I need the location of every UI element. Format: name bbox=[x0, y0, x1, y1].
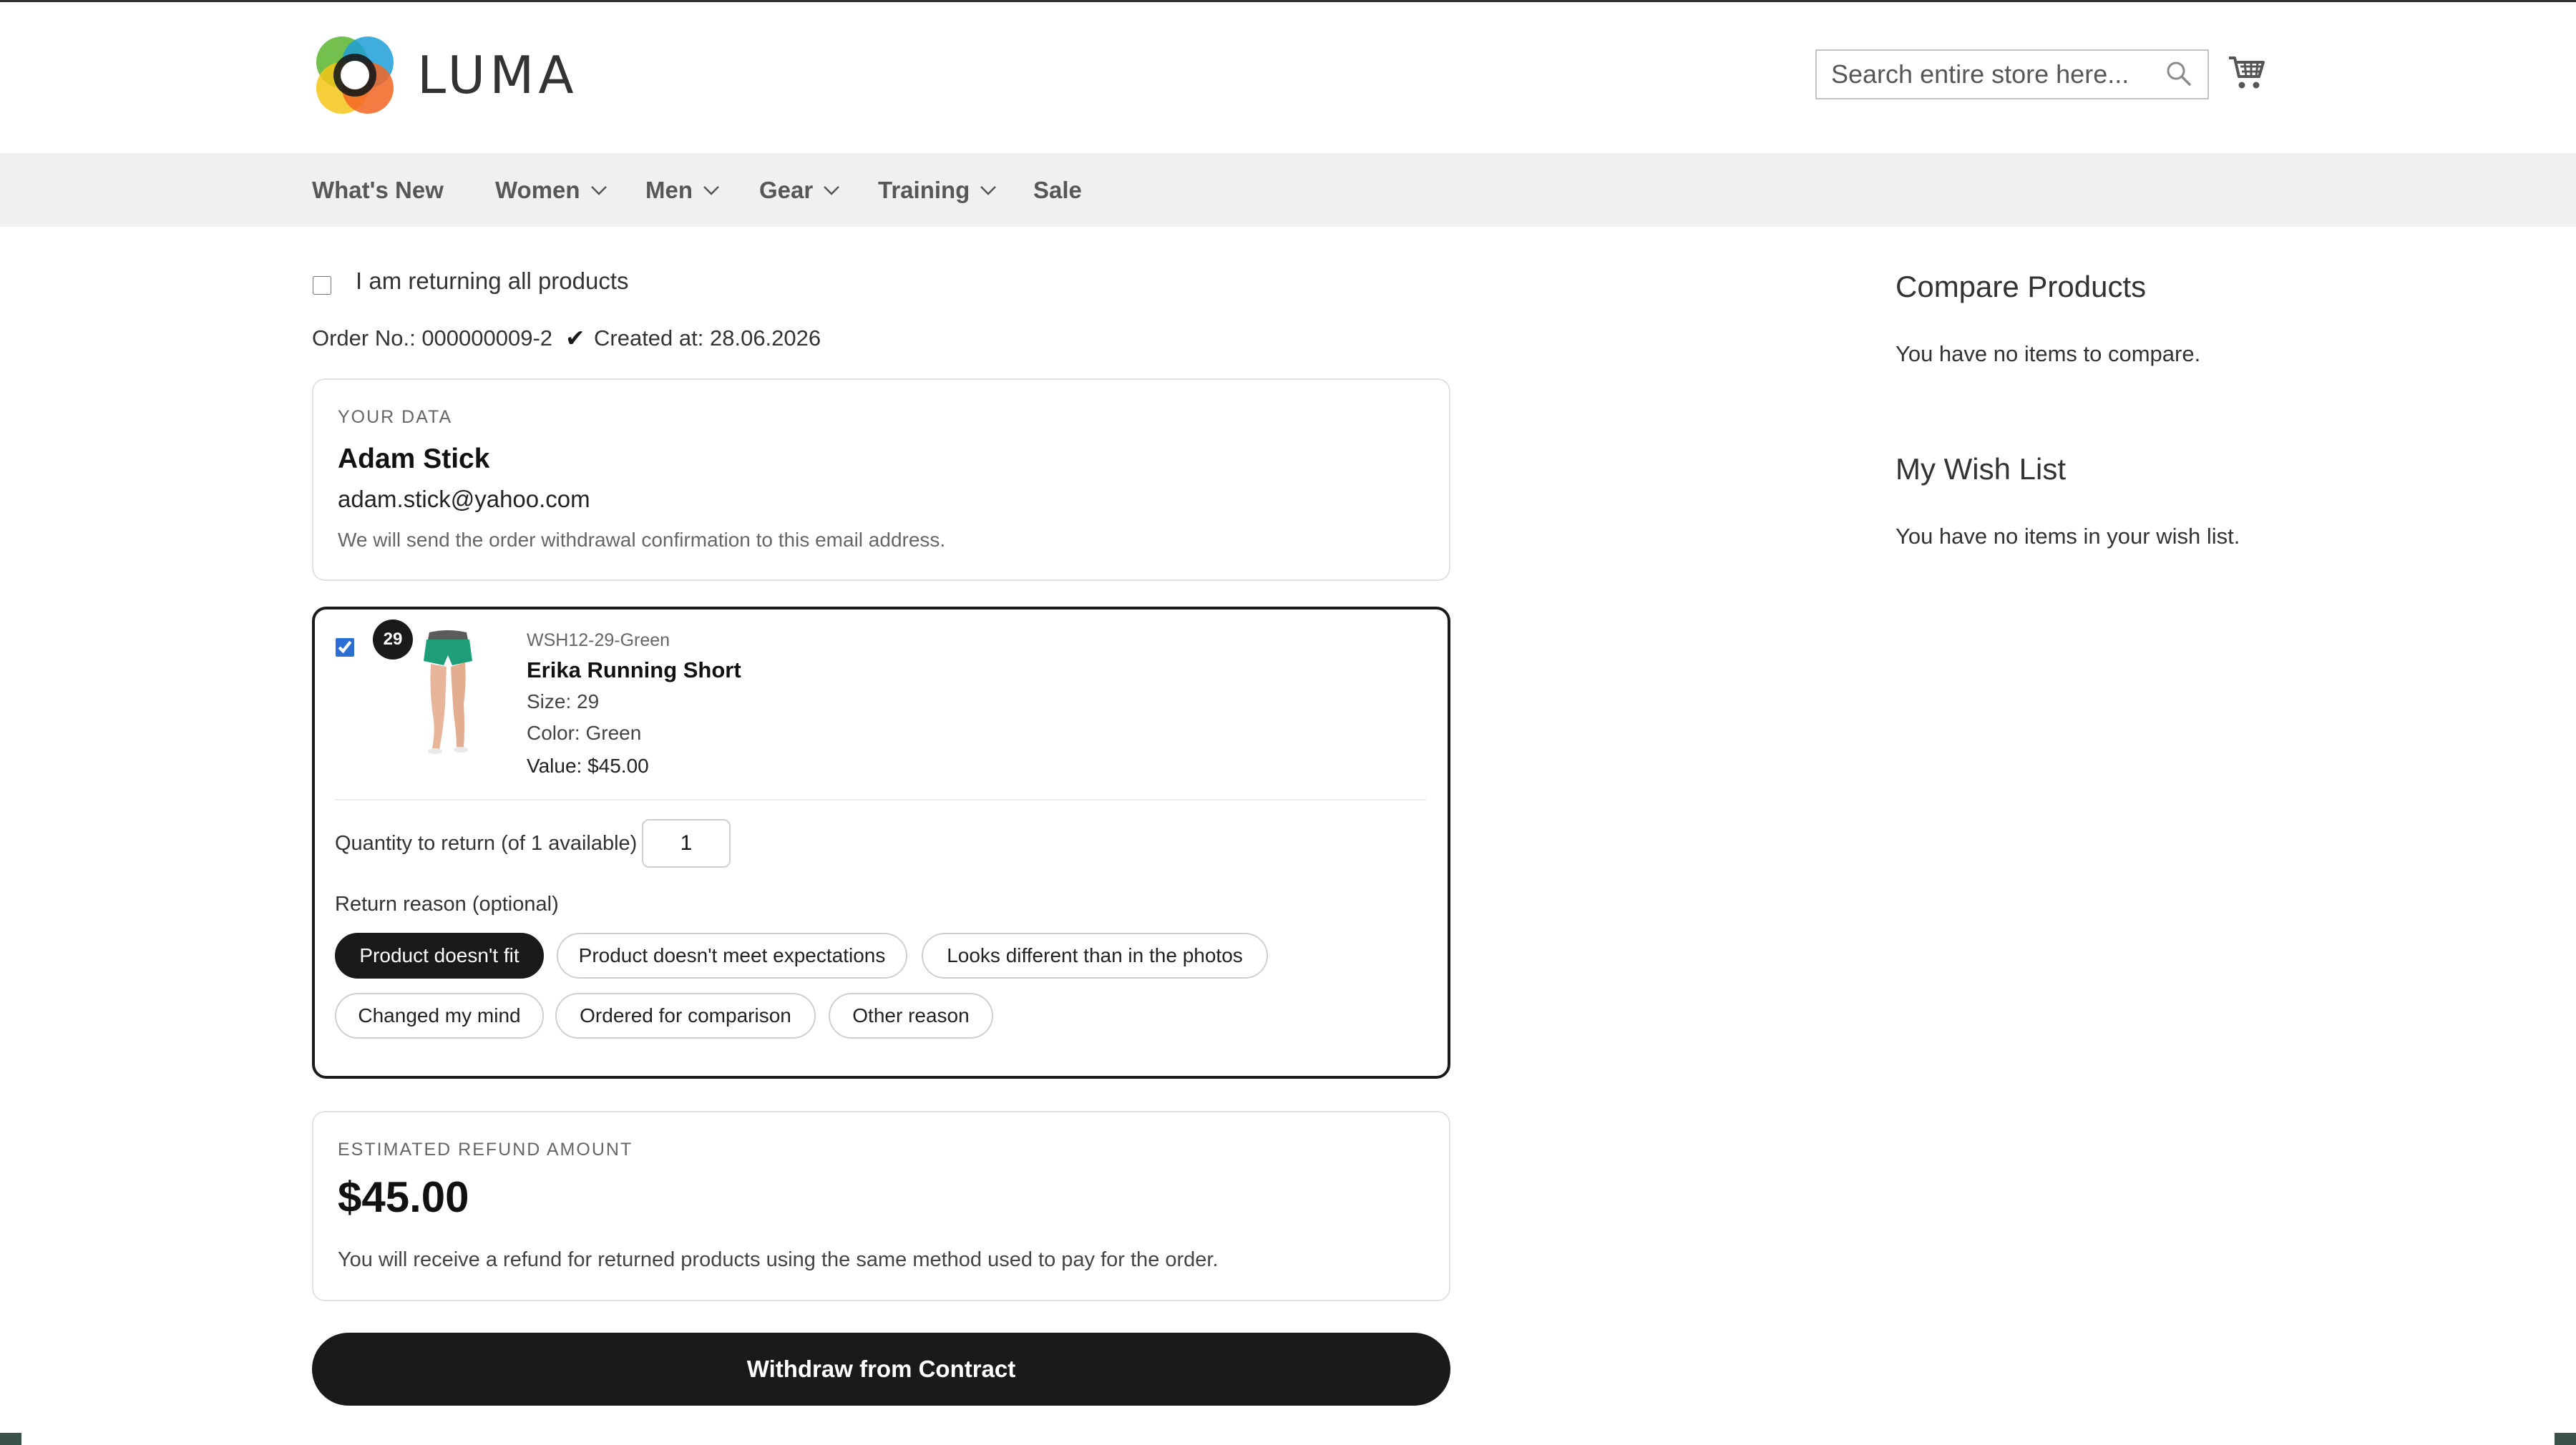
search-input[interactable] bbox=[1815, 49, 2209, 99]
logo-wordmark[interactable]: LUMA bbox=[417, 45, 578, 105]
product-size: Size: 29 bbox=[527, 690, 600, 712]
nav-item-training[interactable]: Training bbox=[878, 153, 997, 227]
product-name: Erika Running Short bbox=[527, 657, 741, 682]
cart-icon[interactable] bbox=[2228, 54, 2266, 91]
your-data-heading: YOUR DATA bbox=[338, 407, 453, 427]
wishlist-empty-message: You have no items in your wish list. bbox=[1896, 524, 2240, 549]
return-all-label[interactable]: I am returning all products bbox=[356, 268, 629, 295]
withdraw-button[interactable]: Withdraw from Contract bbox=[312, 1333, 1450, 1406]
customer-name: Adam Stick bbox=[338, 444, 490, 474]
quantity-input[interactable] bbox=[642, 819, 731, 868]
chevron-down-icon bbox=[824, 185, 840, 195]
item-select-checkbox[interactable] bbox=[336, 638, 354, 657]
chevron-down-icon bbox=[703, 185, 719, 195]
quantity-label: Quantity to return (of 1 available) bbox=[335, 832, 638, 855]
reason-chip-expectations[interactable]: Product doesn't meet expectations bbox=[557, 933, 907, 979]
chevron-down-icon bbox=[980, 185, 997, 195]
product-photo bbox=[401, 627, 494, 757]
nav-label: Women bbox=[495, 176, 580, 203]
refund-heading: ESTIMATED REFUND AMOUNT bbox=[338, 1140, 633, 1160]
luma-logo-icon[interactable] bbox=[312, 34, 398, 117]
nav-item-men[interactable]: Men bbox=[645, 153, 720, 227]
page: LUMA What's New Women Men bbox=[0, 0, 2576, 1445]
product-color: Color: Green bbox=[527, 722, 642, 744]
product-value: Value: $45.00 bbox=[527, 755, 649, 777]
reason-chip-other[interactable]: Other reason bbox=[829, 993, 993, 1039]
compare-empty-message: You have no items to compare. bbox=[1896, 341, 2201, 366]
order-number: Order No.: 000000009-2 bbox=[312, 325, 553, 351]
window-corner bbox=[0, 1433, 21, 1445]
reason-chip-looks-different[interactable]: Looks different than in the photos bbox=[922, 933, 1268, 979]
nav-item-whats-new[interactable]: What's New bbox=[312, 153, 444, 227]
confirmation-note: We will send the order withdrawal confir… bbox=[338, 529, 946, 551]
nav-label: Men bbox=[645, 176, 693, 203]
size-badge: 29 bbox=[373, 619, 413, 660]
window-corner bbox=[2555, 1433, 2576, 1445]
divider bbox=[335, 799, 1426, 800]
nav-label: Training bbox=[878, 176, 970, 203]
created-at: Created at: 28.06.2026 bbox=[594, 325, 821, 351]
wishlist-title: My Wish List bbox=[1896, 452, 2067, 486]
check-icon: ✔ bbox=[565, 325, 585, 351]
search-icon[interactable] bbox=[2166, 61, 2192, 87]
nav-item-sale[interactable]: Sale bbox=[1033, 153, 1082, 227]
return-all-checkbox[interactable] bbox=[313, 276, 331, 295]
header: LUMA bbox=[0, 2, 2576, 153]
product-sku: WSH12-29-Green bbox=[527, 630, 670, 650]
customer-email: adam.stick@yahoo.com bbox=[338, 486, 590, 512]
return-reason-label: Return reason (optional) bbox=[335, 893, 559, 916]
nav-label: Gear bbox=[759, 176, 814, 203]
chevron-down-icon bbox=[590, 185, 607, 195]
reason-chip-comparison[interactable]: Ordered for comparison bbox=[555, 993, 816, 1039]
main-nav: What's New Women Men Gear Training Sale bbox=[0, 153, 2576, 227]
refund-note: You will receive a refund for returned p… bbox=[338, 1248, 1219, 1271]
nav-label: What's New bbox=[312, 176, 444, 203]
reason-chip-changed-mind[interactable]: Changed my mind bbox=[335, 993, 544, 1039]
nav-item-women[interactable]: Women bbox=[495, 153, 608, 227]
compare-products-title: Compare Products bbox=[1896, 270, 2147, 303]
nav-item-gear[interactable]: Gear bbox=[759, 153, 840, 227]
reason-chip-doesnt-fit[interactable]: Product doesn't fit bbox=[335, 933, 544, 979]
nav-label: Sale bbox=[1033, 176, 1082, 203]
refund-amount: $45.00 bbox=[338, 1173, 469, 1221]
